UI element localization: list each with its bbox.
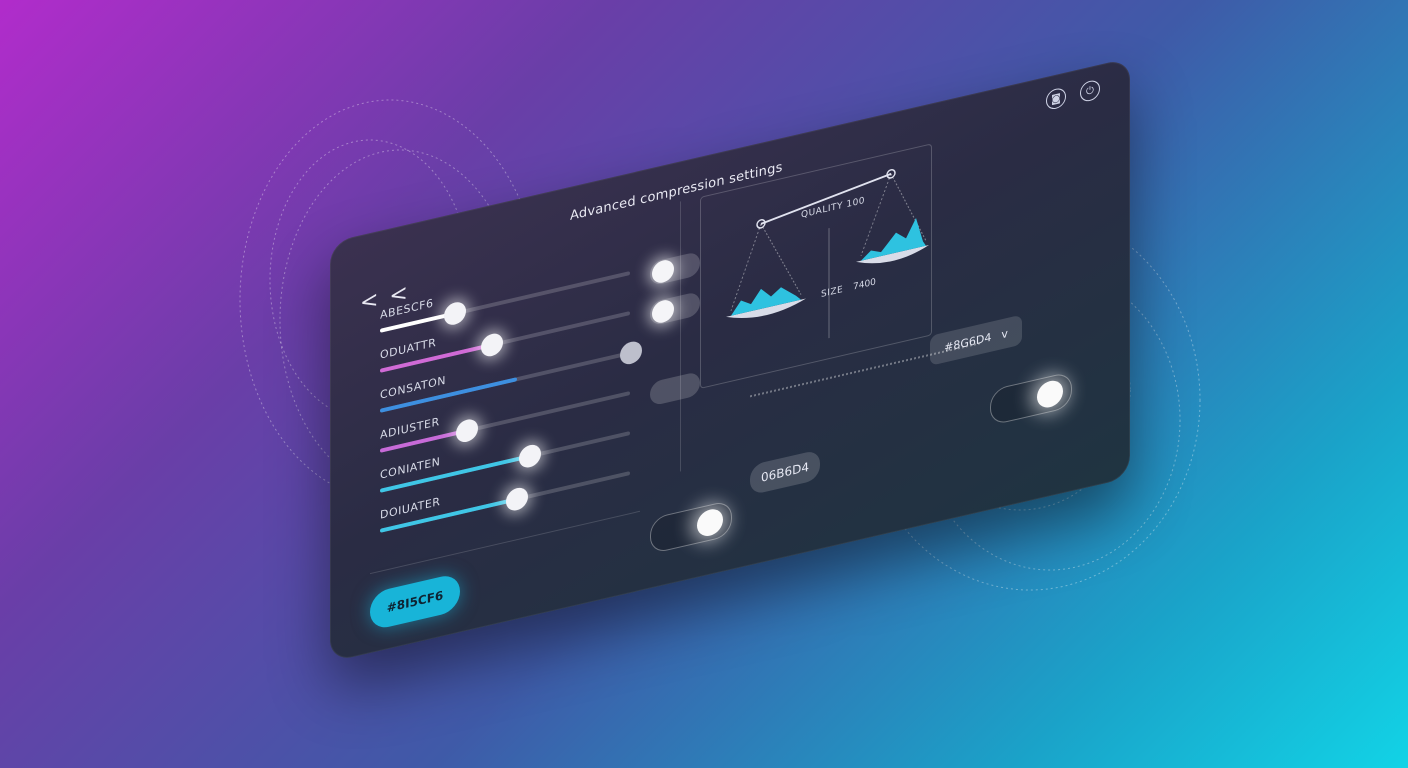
primary-button[interactable]: #8I5CF6 bbox=[370, 572, 460, 632]
right-toggle[interactable] bbox=[990, 371, 1072, 426]
power-icon[interactable]: ⏻ bbox=[1080, 78, 1100, 104]
toggle-switch[interactable] bbox=[650, 250, 700, 287]
select-value: #8G6D4 bbox=[944, 330, 992, 355]
hex-pill[interactable]: 06B6D4 bbox=[750, 449, 820, 496]
toggle-switch[interactable] bbox=[650, 290, 700, 327]
bottom-toggle[interactable] bbox=[650, 499, 732, 555]
camera-icon[interactable]: ◙ bbox=[1046, 86, 1066, 112]
slider-handle[interactable] bbox=[506, 485, 528, 513]
column-divider bbox=[680, 201, 681, 472]
chevron-down-icon: v bbox=[1001, 326, 1008, 341]
color-select[interactable]: #8G6D4 v bbox=[930, 314, 1022, 366]
toggle-switch[interactable] bbox=[650, 370, 700, 407]
